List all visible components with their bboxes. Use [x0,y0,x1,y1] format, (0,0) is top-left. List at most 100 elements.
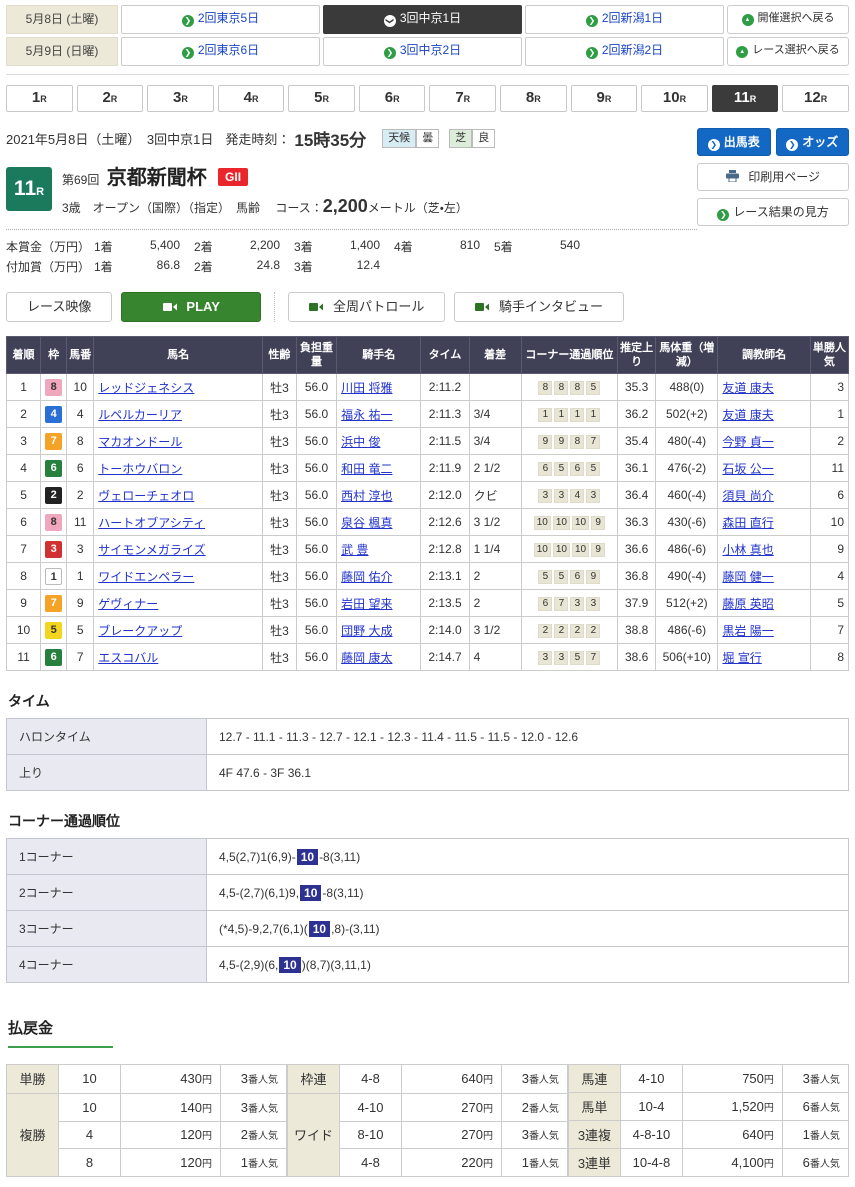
horse-number: 2 [67,482,94,509]
race-tab-4r[interactable]: 4R [218,85,285,112]
corner-position: 10 [553,543,570,557]
race-tab-3r[interactable]: 3R [147,85,214,112]
column-header: 負担重量 [296,337,336,374]
horse-name-link[interactable]: ワイドエンペラー [98,570,194,584]
trainer-link[interactable]: 石坂 公一 [722,462,773,476]
sex-age: 牡3 [262,455,296,482]
jockey-link[interactable]: 川田 将雅 [341,381,392,395]
corner-row-value: 4,5(2,7)1(6,9)-10-8(3,11) [207,839,849,875]
results-guide-button[interactable]: レース結果の見方 [697,198,849,226]
race-tab-10r[interactable]: 10R [641,85,708,112]
race-tab-8r[interactable]: 8R [500,85,567,112]
payout-popularity: 1番人気 [501,1149,567,1177]
body-weight: 480(-4) [656,428,718,455]
horse-name-cell: ワイドエンペラー [94,563,263,590]
column-header: コーナー通過順位 [521,337,617,374]
trainer-cell: 須貝 尚介 [718,482,810,509]
race-header-buttons: 出馬表 オッズ 印刷用ページ レース結果の見方 [697,126,849,278]
jockey-link[interactable]: 西村 淳也 [341,489,392,503]
table-row: 1810レッドジェネシス牡356.0川田 将雅2:11.2888535.3488… [7,374,849,401]
payout-amount: 4,100円 [682,1149,782,1177]
horse-name-link[interactable]: ヴェローチェオロ [98,489,194,503]
play-button[interactable]: PLAY [121,292,261,322]
back-to-race-button[interactable]: レース選択へ戻る [727,37,849,66]
entries-button[interactable]: 出馬表 [697,128,771,156]
race-tab-6r[interactable]: 6R [359,85,426,112]
trainer-link[interactable]: 須貝 尚介 [722,489,773,503]
column-header: 推定上り [618,337,656,374]
patrol-video-button[interactable]: 全周パトロール [288,292,445,322]
trainer-link[interactable]: 友道 康夫 [722,381,773,395]
meeting-link[interactable]: 2回新潟1日 [525,5,724,34]
corner-position: 6 [570,462,584,476]
race-tab-5r[interactable]: 5R [288,85,355,112]
jockey-link[interactable]: 岩田 望来 [341,597,392,611]
frame-cell: 2 [41,482,67,509]
unit-suffix: 円 [483,1159,493,1170]
payout-row: 馬連4-10750円3番人気 [568,1065,848,1093]
video-button-row: レース映像 PLAY 全周パトロール 騎手インタビュー [6,292,849,322]
meeting-link[interactable]: 2回東京5日 [121,5,320,34]
corner-position: 4 [570,489,584,503]
jockey-interview-button[interactable]: 騎手インタビュー [454,292,624,322]
trainer-link[interactable]: 藤岡 健一 [722,570,773,584]
jockey-link[interactable]: 藤岡 佑介 [341,570,392,584]
body-weight: 476(-2) [656,455,718,482]
meeting-link[interactable]: 2回新潟2日 [525,37,724,66]
horse-name-link[interactable]: ルペルカーリア [98,408,182,422]
race-tab-7r[interactable]: 7R [429,85,496,112]
payout-popularity: 2番人気 [220,1121,286,1149]
horse-name-link[interactable]: ゲヴィナー [98,597,158,611]
race-tab-2r[interactable]: 2R [77,85,144,112]
meeting-link[interactable]: 2回東京6日 [121,37,320,66]
horse-name-link[interactable]: ハートオブアシティ [98,516,205,530]
trainer-link[interactable]: 森田 直行 [722,516,773,530]
horse-name-link[interactable]: ブレークアップ [98,624,182,638]
meeting-link[interactable]: 3回中京2日 [323,37,522,66]
start-time-value: 15時35分 [294,126,366,151]
horse-name-link[interactable]: トーホウバロン [98,462,182,476]
last-3f: 36.4 [618,482,656,509]
odds-button[interactable]: オッズ [776,128,850,156]
jockey-cell: 団野 大成 [337,617,421,644]
bet-type: 複勝 [7,1093,59,1176]
trainer-link[interactable]: 堀 宣行 [722,651,761,665]
race-tab-11r[interactable]: 11R [712,85,779,112]
video-camera-icon [309,302,323,312]
bet-type: 馬単 [568,1093,620,1121]
highlighted-horse-number: 10 [297,849,318,865]
horse-name-link[interactable]: エスコバル [98,651,158,665]
back-to-meeting-button[interactable]: 開催選択へ戻る [727,5,849,34]
body-weight: 460(-4) [656,482,718,509]
margin [469,374,521,401]
finish-position: 3 [7,428,41,455]
trainer-link[interactable]: 今野 貞一 [722,435,773,449]
race-tab-1r[interactable]: 1R [6,85,73,112]
sex-age: 牡3 [262,536,296,563]
horse-name-link[interactable]: レッドジェネシス [98,381,194,395]
jockey-link[interactable]: 団野 大成 [341,624,392,638]
jockey-link[interactable]: 武 豊 [341,543,368,557]
jockey-link[interactable]: 泉谷 楓真 [341,516,392,530]
bet-selection: 10-4-8 [620,1149,682,1177]
jockey-link[interactable]: 福永 祐一 [341,408,392,422]
unit-suffix: 番人気 [529,1159,559,1170]
corner-position: 10 [553,516,570,530]
last-3f: 36.6 [618,536,656,563]
meeting-link-active[interactable]: 3回中京1日 [323,5,522,34]
column-header: 馬名 [94,337,263,374]
jockey-link[interactable]: 和田 竜二 [341,462,392,476]
unit-suffix: 円 [202,1159,212,1170]
horse-name-link[interactable]: マカオンドール [98,435,182,449]
jockey-link[interactable]: 浜中 俊 [341,435,380,449]
trainer-link[interactable]: 藤原 英昭 [722,597,773,611]
horse-name-link[interactable]: サイモンメガライズ [98,543,205,557]
trainer-link[interactable]: 友道 康夫 [722,408,773,422]
trainer-link[interactable]: 小林 真也 [722,543,773,557]
jockey-link[interactable]: 藤岡 康太 [341,651,392,665]
race-tab-9r[interactable]: 9R [571,85,638,112]
finish-time: 2:12.6 [421,509,469,536]
race-tab-12r[interactable]: 12R [782,85,849,112]
print-page-button[interactable]: 印刷用ページ [697,163,849,191]
trainer-link[interactable]: 黒岩 陽一 [722,624,773,638]
